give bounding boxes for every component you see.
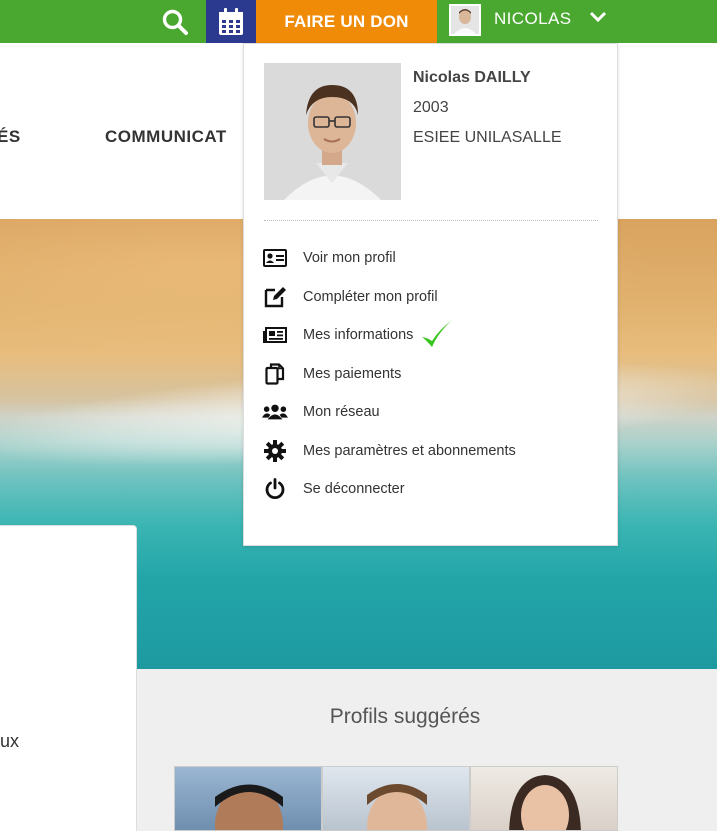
menu-item-label: Mes informations: [303, 327, 414, 343]
nav-item-communication[interactable]: COMMUNICAT: [105, 127, 227, 147]
profile-photo: [264, 63, 401, 200]
left-card: ux: [0, 525, 137, 831]
power-icon: [262, 476, 288, 502]
profile-year: 2003: [413, 99, 449, 116]
menu-item-parametres[interactable]: Mes paramètres et abonnements: [262, 436, 602, 466]
menu-item-mes-paiements[interactable]: Mes paiements: [262, 359, 602, 389]
chevron-down-icon: [589, 11, 607, 23]
left-card-text: ux: [0, 731, 20, 751]
menu-item-mes-informations[interactable]: Mes informations: [262, 320, 602, 350]
suggested-profiles: [174, 766, 618, 831]
top-bar: FAIRE UN DON NICOLAS: [0, 0, 717, 43]
copy-icon: [262, 361, 288, 387]
nav-item-1[interactable]: ÉS: [0, 127, 21, 147]
menu-item-mon-reseau[interactable]: Mon réseau: [262, 397, 602, 427]
id-card-icon: [262, 245, 288, 271]
profile-thumb[interactable]: [470, 766, 618, 831]
menu-item-deconnecter[interactable]: Se déconnecter: [262, 474, 602, 504]
menu-item-voir-profil[interactable]: Voir mon profil: [262, 243, 602, 273]
users-icon: [262, 399, 288, 425]
newspaper-icon: [262, 322, 288, 348]
menu-item-label: Mon réseau: [303, 404, 380, 420]
checkmark-icon: [422, 320, 452, 347]
user-menu-toggle[interactable]: NICOLAS: [437, 0, 617, 43]
menu-item-label: Voir mon profil: [303, 250, 396, 266]
search-button[interactable]: [152, 0, 198, 43]
menu-item-label: Se déconnecter: [303, 481, 405, 497]
calendar-icon: [219, 7, 243, 35]
menu-item-completer-profil[interactable]: Compléter mon profil: [262, 282, 602, 312]
user-name: NICOLAS: [494, 9, 572, 28]
donate-button[interactable]: FAIRE UN DON: [256, 0, 437, 43]
divider: [264, 220, 598, 221]
menu-item-label: Compléter mon profil: [303, 289, 438, 305]
gear-icon: [262, 438, 288, 464]
suggested-title: Profils suggérés: [329, 705, 481, 728]
edit-icon: [262, 284, 288, 310]
menu-item-label: Mes paiements: [303, 366, 402, 382]
calendar-button[interactable]: [206, 0, 256, 43]
user-dropdown: Nicolas DAILLY 2003 ESIEE UNILASALLE Voi…: [243, 43, 618, 546]
profile-thumb[interactable]: [174, 766, 322, 831]
profile-thumb[interactable]: [322, 766, 470, 831]
profile-name: Nicolas DAILLY: [413, 69, 531, 86]
search-icon: [162, 9, 188, 35]
profile-school: ESIEE UNILASALLE: [413, 129, 562, 146]
avatar: [449, 4, 481, 36]
menu-item-label: Mes paramètres et abonnements: [303, 443, 516, 459]
